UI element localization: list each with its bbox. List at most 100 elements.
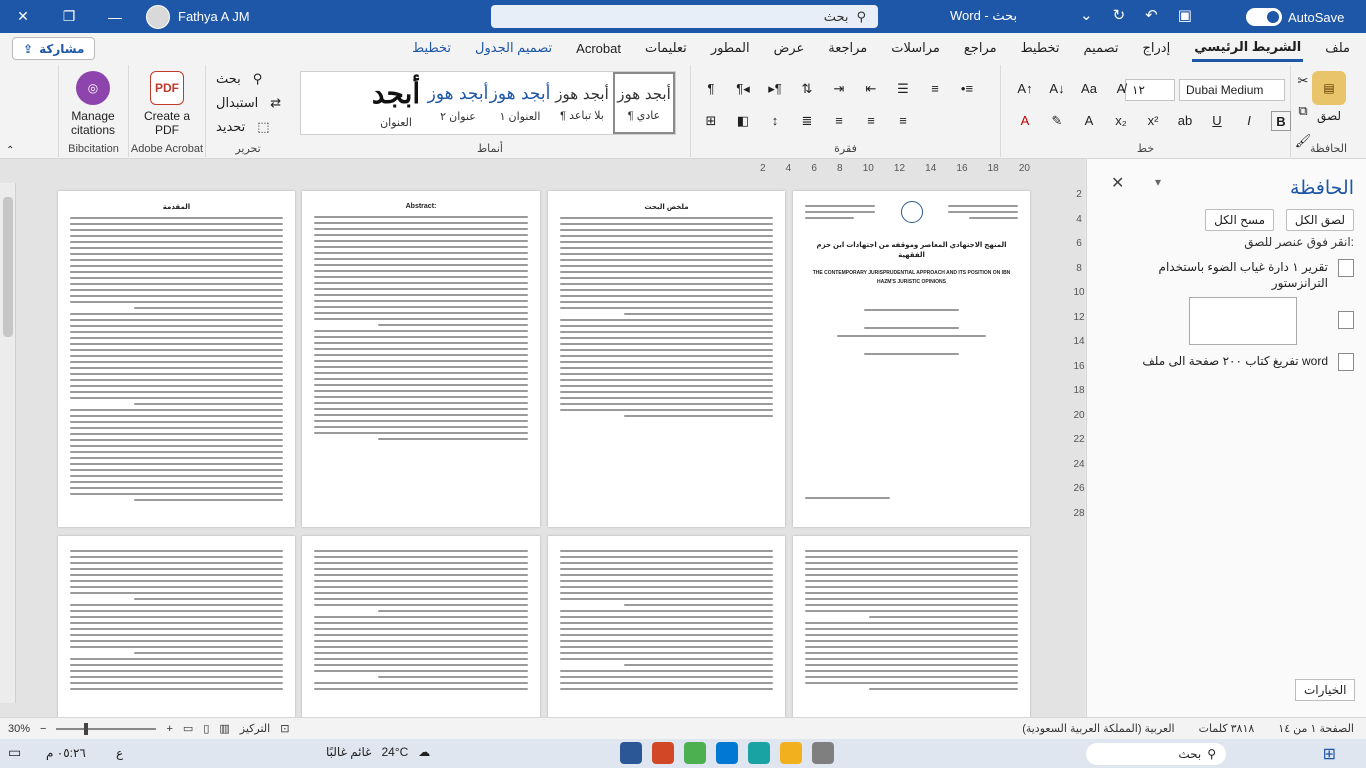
underline-icon[interactable]: U (1207, 111, 1227, 131)
strikethrough-icon[interactable]: ab (1175, 111, 1195, 131)
tab-7[interactable]: مراجعة (826, 36, 869, 60)
start-icon[interactable]: ⊞ (1323, 744, 1336, 764)
font-size-select[interactable]: ١٢ (1125, 79, 1175, 101)
tab-12[interactable]: تصميم الجدول (473, 36, 554, 60)
zoom-level[interactable]: 30% (8, 723, 30, 735)
tab-0[interactable]: ملف (1323, 36, 1352, 60)
sort-icon[interactable]: ⇅ (797, 79, 817, 99)
bold-icon[interactable]: B (1271, 111, 1291, 131)
shrink-font-icon[interactable]: A↓ (1047, 79, 1067, 99)
outdent-icon[interactable]: ⇤ (861, 79, 881, 99)
page-1[interactable]: المنهج الاجتهادي المعاصر وموقفه من اجتها… (793, 191, 1030, 527)
word-count[interactable]: ٣٨١٨ كلمات (1199, 722, 1255, 735)
taskbar-search[interactable]: بحث ⚲ (1086, 743, 1226, 765)
tab-3[interactable]: تصميم (1082, 36, 1121, 60)
minimize-window-button[interactable]: — (92, 0, 138, 33)
change-case-icon[interactable]: Aa (1079, 79, 1099, 99)
share-button[interactable]: ⇪ مشاركة (12, 37, 96, 60)
indent-icon[interactable]: ⇥ (829, 79, 849, 99)
tab-4[interactable]: تخطيط (1019, 36, 1062, 60)
notification-icon[interactable]: ▭ (8, 744, 21, 761)
style-item-4[interactable]: أبجد العنوان (365, 72, 427, 134)
title-search-box[interactable]: بحث ⚲ (491, 5, 878, 28)
page-2[interactable]: ملخص البحث (548, 191, 785, 527)
zoom-in-icon[interactable]: + (166, 723, 172, 735)
mail-app-icon[interactable] (716, 742, 738, 764)
style-item-1[interactable]: أبجد هوز ¶ بلا تباعد (551, 72, 613, 134)
pane-options-chevron-icon[interactable]: ▾ (1155, 175, 1161, 189)
tab-5[interactable]: مراجع (962, 36, 999, 60)
account-area[interactable]: Fathya A JM (146, 4, 250, 29)
text-effects-icon[interactable]: A (1079, 111, 1099, 131)
page-5[interactable] (793, 536, 1030, 717)
tab-1[interactable]: الشريط الرئيسي (1192, 35, 1304, 62)
print-layout-icon[interactable]: ▯ (203, 722, 209, 735)
clipboard-thumbnail[interactable] (1189, 297, 1297, 345)
show-marks-icon[interactable]: ¶ (701, 79, 721, 99)
autosave-switch[interactable] (1246, 8, 1282, 26)
select-button[interactable]: تحديد ⬚ (216, 119, 270, 135)
tab-2[interactable]: إدراج (1141, 36, 1173, 60)
clear-all-button[interactable]: مسح الكل (1205, 209, 1274, 231)
grow-font-icon[interactable]: A↑ (1015, 79, 1035, 99)
tab-11[interactable]: Acrobat (574, 37, 623, 60)
weather-widget[interactable]: غائم غالبًا 24°C ☁ (326, 745, 430, 759)
restore-window-button[interactable]: ❐ (46, 0, 92, 33)
paste-all-button[interactable]: لصق الكل (1285, 209, 1354, 231)
powerpoint-app-icon[interactable] (652, 742, 674, 764)
ltr-icon[interactable]: ▸¶ (765, 79, 785, 99)
style-item-0[interactable]: أبجد هوز ¶ عادي (613, 72, 675, 134)
page-6[interactable] (548, 536, 785, 717)
focus-icon[interactable]: ⊡ (280, 722, 289, 735)
font-name-select[interactable]: Dubai Medium (1179, 79, 1285, 101)
highlight-icon[interactable]: ✎ (1047, 111, 1067, 131)
rtl-icon[interactable]: ¶◂ (733, 79, 753, 99)
style-item-2[interactable]: أبجد هوز العنوان ١ (489, 72, 551, 134)
web-layout-icon[interactable]: ▭ (183, 722, 193, 735)
redo-icon[interactable]: ↻ (1113, 6, 1126, 24)
vertical-scrollbar[interactable] (0, 183, 16, 703)
word-app-icon[interactable] (620, 742, 642, 764)
zoom-slider[interactable] (56, 722, 157, 735)
multilevel-list-icon[interactable]: ☰ (893, 79, 913, 99)
edge-app-icon[interactable] (748, 742, 770, 764)
align-left-icon[interactable]: ≡ (893, 111, 913, 131)
align-right-icon[interactable]: ≡ (829, 111, 849, 131)
input-language[interactable]: ع (116, 746, 123, 760)
language-indicator[interactable]: العربية (المملكة العربية السعودية) (1022, 722, 1174, 735)
close-pane-icon[interactable]: ✕ (1111, 173, 1124, 193)
tab-9[interactable]: المطور (709, 36, 752, 60)
tab-10[interactable]: تعليمات (643, 36, 689, 60)
justify-icon[interactable]: ≣ (797, 111, 817, 131)
italic-icon[interactable]: I (1239, 111, 1259, 131)
line-spacing-icon[interactable]: ↕ (765, 111, 785, 131)
zoom-out-icon[interactable]: − (40, 723, 46, 735)
pane-options-button[interactable]: الخيارات (1295, 679, 1356, 701)
tab-13[interactable]: تخطيط (410, 36, 453, 60)
page-count[interactable]: الصفحة ١ من ١٤ (1278, 722, 1354, 735)
undo-icon[interactable]: ↶ (1145, 6, 1158, 24)
collapse-ribbon-icon[interactable]: ⌃ (6, 145, 14, 156)
align-center-icon[interactable]: ≡ (861, 111, 881, 131)
find-button[interactable]: بحث ⚲ (216, 71, 262, 87)
style-item-3[interactable]: أبجد هوز عنوان ٢ (427, 72, 489, 134)
page-7[interactable] (302, 536, 540, 717)
replace-button[interactable]: استبدال ⇄ (216, 95, 281, 111)
shading-icon[interactable]: ◧ (733, 111, 753, 131)
page-4[interactable]: المقدمة (58, 191, 295, 527)
borders-icon[interactable]: ⊞ (701, 111, 721, 131)
customize-toolbar-icon[interactable]: ⌄ (1080, 6, 1093, 24)
file-explorer-icon[interactable] (780, 742, 802, 764)
manage-citations-button[interactable]: ◎ Manage citations (61, 71, 125, 137)
chrome-app-icon[interactable] (684, 742, 706, 764)
close-window-button[interactable]: ✕ (0, 0, 46, 33)
tab-6[interactable]: مراسلات (889, 36, 942, 60)
read-mode-icon[interactable]: ▥ (219, 722, 229, 735)
clear-format-icon[interactable]: A̸ (1111, 79, 1131, 99)
subscript-icon[interactable]: x₂ (1111, 111, 1131, 131)
clipboard-item-1[interactable]: تقرير ١ دارة غياب الضوء باستخدام الترانز… (1104, 259, 1354, 291)
autosave-toggle[interactable]: AutoSave (1246, 8, 1344, 26)
focus-label[interactable]: التركيز (240, 722, 270, 735)
cut-icon[interactable]: ✂ (1293, 71, 1313, 91)
copy-icon[interactable]: ⧉ (1293, 101, 1313, 121)
